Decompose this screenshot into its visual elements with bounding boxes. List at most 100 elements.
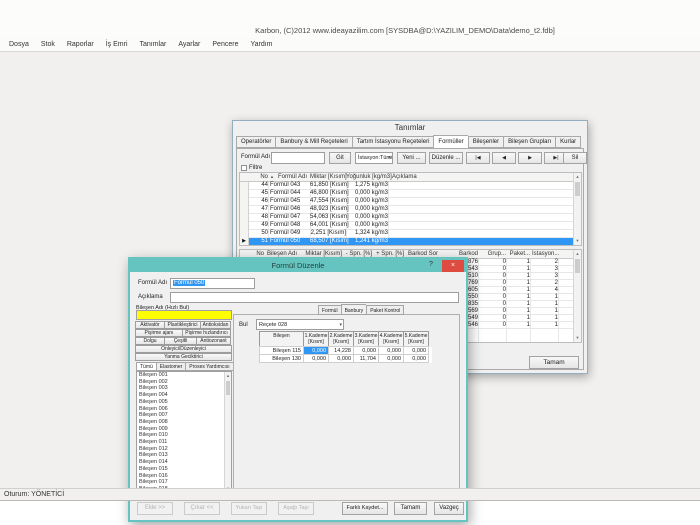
formul-row[interactable]: 49 Formül 048 64,001 [Kısım] 0,000 kg/m3 <box>240 222 573 230</box>
scroll-up-icon[interactable]: ▲ <box>225 372 231 380</box>
dialog-formul-adi-input[interactable]: Formül 050 <box>170 278 255 289</box>
duzenle-button[interactable]: Düzenle ... <box>429 152 463 164</box>
formul-row-selected[interactable]: ▶ 51 Formül 050 68,507 [Kısım] 1,241 kg/… <box>240 238 573 246</box>
tanimlar-tamam-button[interactable]: Tamam <box>529 356 579 369</box>
nav-next-button[interactable]: ▶ <box>518 152 542 164</box>
git-button[interactable]: Git <box>329 152 351 164</box>
col-paket[interactable]: Paket... <box>508 251 530 257</box>
kademe-row[interactable]: Bileşen 130 0,000 0,000 11,704 0,000 0,0… <box>260 355 432 363</box>
bilesen-listbox-scrollbar[interactable]: ▲ ▼ <box>224 372 231 493</box>
yeni-button[interactable]: Yeni ... <box>397 152 426 164</box>
tab-formuller[interactable]: Formüller <box>433 135 467 149</box>
formul-row[interactable]: 46 Formül 045 47,554 [Kısım] 0,000 kg/m3 <box>240 198 573 206</box>
tab-bilesen-gruplari[interactable]: Bileşen Grupları <box>503 136 555 148</box>
col-aciklama[interactable]: Açıklama <box>392 174 417 180</box>
farkli-kaydet-button[interactable]: Farklı Kaydet... <box>342 502 388 515</box>
category-onleyici-duzenleyici-button[interactable]: Önleyici/Düzenleyici <box>135 345 232 353</box>
list-item[interactable]: Bileşen 011 <box>137 439 224 446</box>
list-item[interactable]: Bileşen 016 <box>137 473 224 480</box>
list-item[interactable]: Bileşen 012 <box>137 446 224 453</box>
menu-item-stok[interactable]: Stok <box>35 41 61 48</box>
scrollbar-thumb[interactable] <box>575 259 580 273</box>
list-item[interactable]: Bileşen 014 <box>137 459 224 466</box>
scrollbar-thumb[interactable] <box>575 182 580 196</box>
recipe-tab-formul[interactable]: Formül <box>318 305 341 315</box>
menu-item-raporlar[interactable]: Raporlar <box>61 41 100 48</box>
category-aktivator-button[interactable]: Aktivatör <box>135 321 165 329</box>
istasyon-dropdown[interactable]: İstasyon:Tümü ▾ <box>355 152 393 164</box>
scrollbar-thumb[interactable] <box>226 381 230 395</box>
formul-adi-search-input[interactable] <box>271 152 325 164</box>
ekle-button[interactable]: Ekle >> <box>137 502 173 515</box>
list-tab-elastomer[interactable]: Elastomer <box>156 362 186 371</box>
col-bilesen[interactable]: Bileşen <box>259 331 304 347</box>
category-yanma-geciktirici-button[interactable]: Yanma Geciktirici <box>135 353 232 361</box>
list-tab-tumu[interactable]: Tümü <box>136 362 156 371</box>
recipe-tab-banbury[interactable]: Banbury <box>341 304 367 315</box>
list-item[interactable]: Bileşen 005 <box>137 399 224 406</box>
list-item[interactable]: Bileşen 017 <box>137 479 224 486</box>
col-kademe-4[interactable]: 4.Kademe [Kısım] <box>378 331 404 347</box>
scroll-up-icon[interactable]: ▲ <box>574 250 581 258</box>
menu-item-yardim[interactable]: Yardım <box>244 41 278 48</box>
category-pisirme-hizlandirici-button[interactable]: Pişirme hızlandırıcı <box>182 329 231 337</box>
list-item[interactable]: Bileşen 013 <box>137 452 224 459</box>
dialog-aciklama-input[interactable] <box>170 292 459 303</box>
filtre-checkbox[interactable]: Filtre <box>241 165 262 171</box>
category-cesitli-button[interactable]: Çeşitli <box>164 337 197 345</box>
formul-row[interactable]: 45 Formül 044 46,800 [Kısım] 0,000 kg/m3 <box>240 190 573 198</box>
formul-row[interactable]: 47 Formül 046 48,923 [Kısım] 0,000 kg/m3 <box>240 206 573 214</box>
category-antiozonant-button[interactable]: Antiozonant <box>196 337 231 345</box>
col-kademe-3[interactable]: 3.Kademe [Kısım] <box>353 331 379 347</box>
col-istasyon[interactable]: İstasyon... <box>532 251 558 257</box>
tab-tartim-istasyonu-receteleri[interactable]: Tartım İstasyonu Reçeteleri <box>352 136 434 148</box>
formul-table-scrollbar[interactable]: ▲ ▼ <box>573 173 581 245</box>
recete-dropdown[interactable]: Reçete 028 ▾ <box>256 319 344 330</box>
menu-item-tanimlar[interactable]: Tanımlar <box>134 41 173 48</box>
menu-item-is-emri[interactable]: İş Emri <box>100 41 134 48</box>
formul-row[interactable]: 48 Formül 047 54,063 [Kısım] 0,000 kg/m3 <box>240 214 573 222</box>
list-item[interactable]: Bileşen 001 <box>137 372 224 379</box>
tab-operatorler[interactable]: Operatörler <box>236 136 275 148</box>
vazgec-button[interactable]: Vazgeç <box>434 502 464 515</box>
cikar-button[interactable]: Çıkar << <box>184 502 220 515</box>
category-plastiklestirici-button[interactable]: Plastikleştirici <box>164 321 201 329</box>
list-item[interactable]: Bileşen 008 <box>137 419 224 426</box>
scroll-down-icon[interactable]: ▼ <box>574 237 581 245</box>
yukari-tasi-button[interactable]: Yukarı Taşı <box>231 502 267 515</box>
list-item[interactable]: Bileşen 007 <box>137 412 224 419</box>
list-item[interactable]: Bileşen 015 <box>137 466 224 473</box>
list-tab-proses-yardimcisi[interactable]: Proses Yardımcısı <box>185 362 233 371</box>
sil-button[interactable]: Sil <box>563 152 587 164</box>
formul-row[interactable]: 50 Formül 049 2,251 [Kısım] 1,324 kg/m3 <box>240 230 573 238</box>
recipe-tab-paket-kontrol[interactable]: Paket Kontrol <box>366 305 404 315</box>
list-item[interactable]: Bileşen 010 <box>137 432 224 439</box>
list-item[interactable]: Bileşen 002 <box>137 379 224 386</box>
menu-item-pencere[interactable]: Pencere <box>206 41 244 48</box>
category-dolgu-button[interactable]: Dolgu <box>135 337 165 345</box>
bilesen-table-scrollbar[interactable]: ▲ ▼ <box>573 250 581 342</box>
close-icon[interactable]: × <box>442 260 464 272</box>
list-item[interactable]: Bileşen 004 <box>137 392 224 399</box>
nav-prev-button[interactable]: ◀ <box>492 152 516 164</box>
asagi-tasi-button[interactable]: Aşağı Taşı <box>278 502 314 515</box>
category-antioksidan-button[interactable]: Antioksidan <box>200 321 231 329</box>
scroll-down-icon[interactable]: ▼ <box>574 334 581 342</box>
tab-kurlar[interactable]: Kurlar <box>555 136 581 148</box>
col-kademe-5[interactable]: 5.Kademe [Kısım] <box>403 331 429 347</box>
list-item[interactable]: Bileşen 003 <box>137 385 224 392</box>
nav-first-button[interactable]: |◀ <box>466 152 490 164</box>
category-pisirme-ajani-button[interactable]: Pişirme ajanı <box>135 329 183 337</box>
menu-item-dosya[interactable]: Dosya <box>3 41 35 48</box>
list-item[interactable]: Bileşen 006 <box>137 406 224 413</box>
hizli-bul-input[interactable] <box>136 310 232 320</box>
tab-bilesenler[interactable]: Bileşenler <box>468 136 503 148</box>
col-miktar[interactable]: Miktar [Kısım] <box>310 174 346 180</box>
scroll-up-icon[interactable]: ▲ <box>574 173 581 181</box>
dialog-tamam-button[interactable]: Tamam <box>394 502 427 515</box>
menu-item-ayarlar[interactable]: Ayarlar <box>172 41 206 48</box>
bilesen-listbox[interactable]: Bileşen 001 Bileşen 002 Bileşen 003 Bile… <box>136 371 232 494</box>
col-kademe-2[interactable]: 2.Kademe [Kısım] <box>328 331 354 347</box>
col-grup[interactable]: Grup... <box>480 251 506 257</box>
col-kademe-1[interactable]: 1.Kademe [Kısım] <box>303 331 329 347</box>
